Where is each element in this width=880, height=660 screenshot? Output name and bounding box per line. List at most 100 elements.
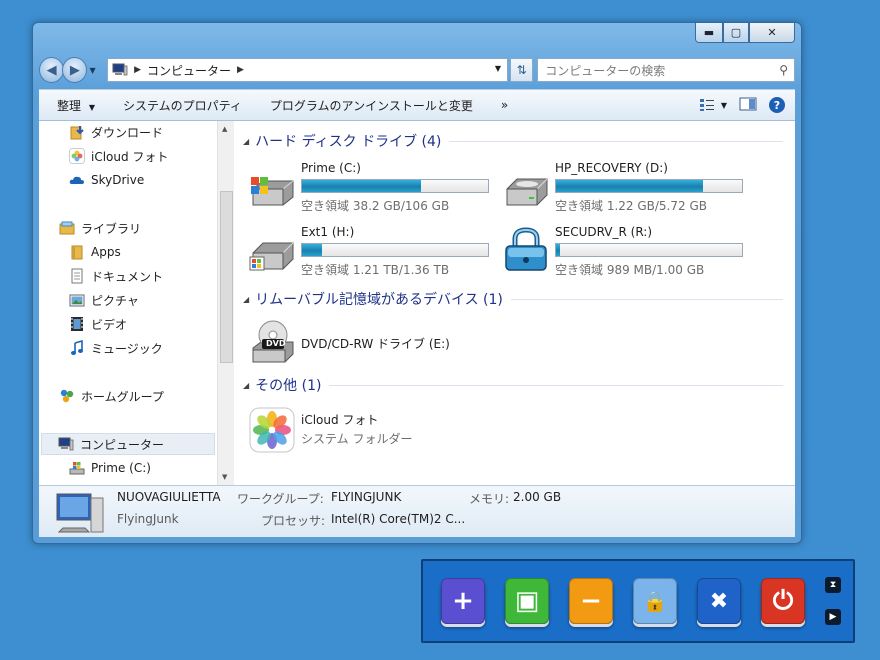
tools-button[interactable]: ✖ bbox=[697, 578, 741, 624]
drive-item[interactable]: HP_RECOVERY (D:) 空き領域 1.22 GB/5.72 GB bbox=[503, 161, 753, 213]
address-bar[interactable]: ▶ コンピューター ▶ ▼ bbox=[107, 58, 508, 82]
power-button[interactable]: ⏻ bbox=[761, 578, 805, 624]
music-icon bbox=[71, 340, 83, 355]
drive-item[interactable]: Prime (C:) 空き領域 38.2 GB/106 GB bbox=[249, 161, 499, 213]
nav-item-downloads[interactable]: ダウンロード bbox=[69, 121, 163, 143]
group-header-other[interactable]: ◢ その他 (1) bbox=[243, 375, 783, 395]
group-header-hdd[interactable]: ◢ ハード ディスク ドライブ (4) bbox=[243, 131, 783, 151]
view-options-button[interactable]: ▼ bbox=[699, 98, 727, 112]
computer-icon bbox=[112, 63, 128, 76]
content-area: ダウンロード iCloud フォト SkyDrive ライブラリ Apps ドキ… bbox=[39, 121, 795, 485]
collapse-icon[interactable]: ◢ bbox=[243, 137, 249, 146]
drive-item[interactable]: Ext1 (H:) 空き領域 1.21 TB/1.36 TB bbox=[249, 225, 499, 277]
recent-pages-dropdown[interactable]: ▼ bbox=[89, 66, 101, 75]
nav-item-homegroup[interactable]: ホームグループ bbox=[59, 385, 164, 407]
group-divider bbox=[329, 384, 783, 386]
documents-icon bbox=[71, 268, 83, 284]
navigation-scrollbar[interactable]: ▲ ▼ bbox=[217, 121, 234, 485]
computer-name: NUOVAGIULIETTA bbox=[117, 490, 221, 504]
nav-item-label: コンピューター bbox=[80, 437, 165, 452]
user-name: FlyingJunk bbox=[117, 512, 179, 526]
nav-item-prime-c[interactable]: Prime (C:) bbox=[69, 457, 151, 479]
explorer-window: ▬ ▢ ✕ ◀ ▶ ▼ ▶ コンピューター ▶ ▼ ⇅ コンピューターの検索 ⚲ bbox=[32, 22, 802, 544]
search-placeholder: コンピューターの検索 bbox=[545, 63, 666, 78]
address-dropdown-icon[interactable]: ▼ bbox=[495, 64, 501, 73]
nav-item-documents[interactable]: ドキュメント bbox=[69, 265, 163, 287]
usage-fill bbox=[556, 180, 703, 192]
chevron-down-icon: ▼ bbox=[720, 100, 727, 110]
preview-pane-button[interactable] bbox=[739, 97, 757, 114]
forward-button[interactable]: ▶ bbox=[62, 57, 88, 83]
power-icon: ⏻ bbox=[772, 585, 794, 616]
nav-item-label: ドキュメント bbox=[91, 269, 164, 284]
uninstall-program-button[interactable]: プログラムのアンインストールと変更 bbox=[256, 97, 487, 114]
drive-usage-bar bbox=[301, 243, 489, 257]
group-divider bbox=[449, 140, 783, 142]
nav-item-pictures[interactable]: ピクチャ bbox=[69, 289, 139, 311]
computer-icon bbox=[58, 437, 74, 451]
item-subtitle: システム フォルダー bbox=[301, 432, 413, 446]
icloud-photos-item[interactable]: iCloud フォト システム フォルダー bbox=[249, 405, 499, 455]
nav-item-apps[interactable]: Apps bbox=[69, 241, 121, 263]
plus-button[interactable]: + bbox=[441, 578, 485, 624]
tools-icon: ✖ bbox=[709, 588, 729, 614]
group-divider bbox=[510, 298, 783, 300]
search-icon[interactable]: ⚲ bbox=[779, 63, 788, 77]
minus-button[interactable]: − bbox=[569, 578, 613, 624]
nav-item-videos[interactable]: ビデオ bbox=[69, 313, 127, 335]
nav-item-libraries[interactable]: ライブラリ bbox=[59, 217, 141, 239]
dvd-drive-item[interactable]: DVD DVD/CD-RW ドライブ (E:) bbox=[249, 319, 499, 367]
minimize-button[interactable]: ▬ bbox=[695, 23, 723, 43]
view-list-icon bbox=[699, 99, 714, 111]
group-header-removable[interactable]: ◢ リムーバブル記憶域があるデバイス (1) bbox=[243, 289, 783, 309]
scroll-up-icon[interactable]: ▲ bbox=[222, 125, 227, 133]
nav-item-label: ミュージック bbox=[91, 341, 163, 356]
hourglass-icon: ⧗ bbox=[829, 580, 837, 590]
hourglass-button[interactable]: ⧗ bbox=[825, 577, 841, 593]
folder-icon bbox=[71, 245, 83, 260]
windows-drive-icon bbox=[251, 177, 294, 206]
drive-name: HP_RECOVERY (D:) bbox=[555, 161, 668, 175]
processor-label: プロセッサ: bbox=[261, 514, 326, 528]
homegroup-icon bbox=[60, 389, 74, 403]
play-button[interactable]: ▶ bbox=[825, 609, 841, 625]
close-button[interactable]: ✕ bbox=[749, 23, 795, 43]
collapse-icon[interactable]: ◢ bbox=[243, 295, 249, 304]
drive-item[interactable]: SECUDRV_R (R:) 空き領域 989 MB/1.00 GB bbox=[503, 225, 753, 277]
scroll-thumb[interactable] bbox=[220, 191, 233, 363]
system-properties-button[interactable]: システムのプロパティ bbox=[109, 97, 256, 114]
drive-free-space: 空き領域 38.2 GB/106 GB bbox=[301, 199, 450, 213]
breadcrumb-separator[interactable]: ▶ bbox=[237, 65, 244, 75]
maximize-button[interactable]: ▢ bbox=[723, 23, 749, 43]
memory-value: 2.00 GB bbox=[513, 490, 562, 504]
nav-item-computer[interactable]: コンピューター bbox=[41, 433, 215, 455]
nav-item-label: Apps bbox=[91, 245, 121, 259]
collapse-icon[interactable]: ◢ bbox=[243, 381, 249, 390]
caption-buttons: ▬ ▢ ✕ bbox=[695, 23, 795, 43]
downloads-folder-icon bbox=[70, 126, 84, 140]
breadcrumb-separator[interactable]: ▶ bbox=[134, 65, 141, 75]
nav-item-label: Prime (C:) bbox=[91, 461, 151, 475]
nav-item-label: SkyDrive bbox=[91, 173, 145, 187]
refresh-button[interactable]: ⇅ bbox=[509, 58, 534, 82]
back-button[interactable]: ◀ bbox=[39, 57, 65, 83]
nav-item-label: ビデオ bbox=[91, 317, 128, 332]
icloud-photos-icon bbox=[249, 407, 295, 453]
help-icon[interactable]: ? bbox=[769, 97, 785, 113]
organize-button[interactable]: 整理 ▼ bbox=[39, 97, 109, 114]
nav-item-icloud-photos[interactable]: iCloud フォト bbox=[69, 145, 168, 167]
workgroup-label: ワークグループ: bbox=[237, 492, 324, 506]
monitor-button[interactable]: ▣ bbox=[505, 578, 549, 624]
preview-pane-icon bbox=[739, 97, 757, 110]
back-arrow-icon: ◀ bbox=[46, 62, 57, 78]
nav-item-music[interactable]: ミュージック bbox=[69, 337, 163, 359]
scroll-down-icon[interactable]: ▼ bbox=[222, 473, 227, 481]
lock-button[interactable]: 🔒 bbox=[633, 578, 677, 624]
workgroup-value: FLYINGJUNK bbox=[331, 490, 402, 504]
more-commands-button[interactable]: » bbox=[487, 98, 522, 112]
drive-free-space: 空き領域 989 MB/1.00 GB bbox=[555, 263, 705, 277]
nav-item-skydrive[interactable]: SkyDrive bbox=[69, 169, 144, 191]
plus-icon: + bbox=[452, 586, 474, 616]
breadcrumb-computer[interactable]: コンピューター bbox=[147, 62, 231, 79]
search-input[interactable]: コンピューターの検索 ⚲ bbox=[537, 58, 796, 82]
